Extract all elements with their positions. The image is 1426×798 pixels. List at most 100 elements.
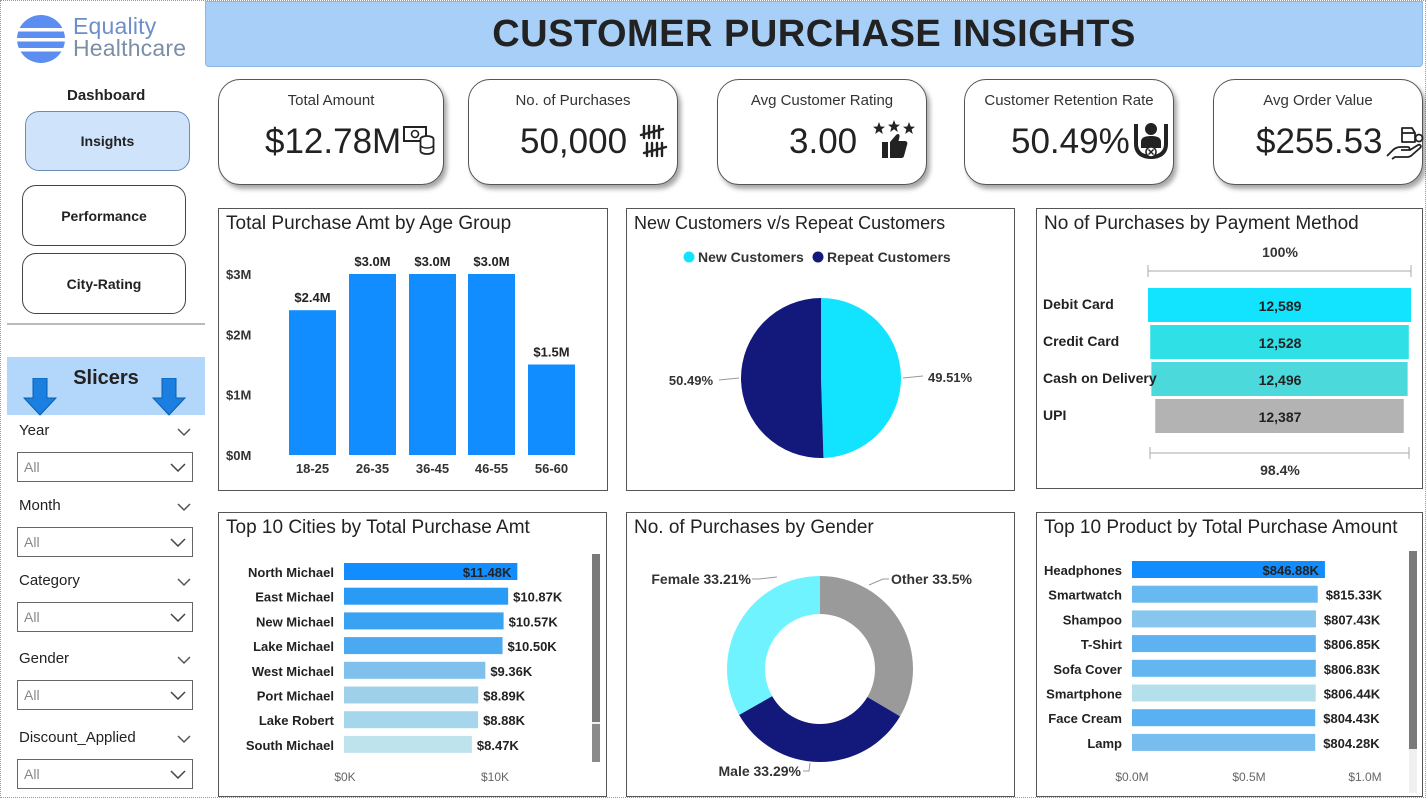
y-tick-label: $3M bbox=[226, 267, 251, 282]
data-label: $3.0M bbox=[414, 254, 450, 269]
nav-insights-button[interactable]: Insights bbox=[25, 111, 190, 171]
slicer-label: Discount_Applied bbox=[19, 729, 136, 746]
kpi-value: 3.00 bbox=[789, 122, 858, 161]
leader-line bbox=[718, 377, 740, 381]
nav-performance-button[interactable]: Performance bbox=[22, 185, 186, 246]
kpi-card-avg-order-value: Avg Order Value $255.53 bbox=[1213, 79, 1424, 185]
bar-t-shirt bbox=[1132, 635, 1316, 653]
y-tick-label: $2M bbox=[226, 327, 251, 342]
bar-36-45 bbox=[409, 274, 456, 455]
slicer-dropdown[interactable]: All bbox=[17, 602, 193, 632]
kpi-card-customer-retention-rate: Customer Retention Rate 50.49% bbox=[964, 79, 1174, 185]
x-tick-label: $0K bbox=[334, 770, 355, 784]
rating-thumbs-up-icon bbox=[873, 120, 915, 158]
donut-slice-female bbox=[727, 576, 820, 715]
panel-age-group: Total Purchase Amt by Age Group $0M $1M $2… bbox=[218, 208, 608, 491]
slicer-label: Gender bbox=[19, 650, 70, 667]
category-label: T-Shirt bbox=[1081, 637, 1123, 652]
scrollbar-track[interactable] bbox=[592, 554, 600, 762]
category-label: South Michael bbox=[246, 738, 334, 753]
scrollbar-track[interactable] bbox=[1409, 551, 1417, 793]
data-label: Male 33.29% bbox=[719, 763, 802, 779]
slicer-dropdown[interactable]: All bbox=[17, 452, 193, 482]
x-tick-label: $0.5M bbox=[1232, 770, 1265, 784]
category-label: Lamp bbox=[1087, 736, 1122, 751]
collapse-chevron-icon[interactable] bbox=[177, 731, 191, 749]
slicer-label: Category bbox=[19, 572, 80, 589]
data-label: 12,589 bbox=[1259, 298, 1302, 314]
kpi-value: 50,000 bbox=[520, 122, 628, 161]
gender-chart: Other 33.5% Female 33.21% Male 33.29% bbox=[651, 571, 972, 779]
nav-divider bbox=[7, 323, 205, 325]
slicer-label: Month bbox=[19, 497, 61, 514]
data-label: $11.48K bbox=[463, 565, 512, 580]
kpi-label: Avg Customer Rating bbox=[750, 92, 894, 109]
x-tick-label: $1.0M bbox=[1348, 770, 1381, 784]
category-label: Smartwatch bbox=[1048, 588, 1122, 603]
category-label: West Michael bbox=[252, 664, 334, 679]
kpi-card-total-amount: Total Amount $12.78M bbox=[218, 79, 444, 185]
slicer-dropdown[interactable]: All bbox=[17, 759, 193, 789]
chevron-down-icon bbox=[170, 766, 186, 782]
category-label: North Michael bbox=[248, 565, 334, 580]
collapse-chevron-icon[interactable] bbox=[177, 424, 191, 442]
data-label: $804.43K bbox=[1323, 711, 1380, 726]
logo-wordmark: Equality Healthcare bbox=[73, 15, 186, 60]
data-label: $846.88K bbox=[1263, 563, 1320, 578]
x-tick-label: 18-25 bbox=[296, 461, 329, 476]
chevron-down-icon bbox=[170, 687, 186, 703]
leader-line bbox=[752, 576, 778, 580]
data-label: Female 33.21% bbox=[651, 571, 751, 587]
category-label: Smartphone bbox=[1046, 687, 1122, 702]
scrollbar-thumb[interactable] bbox=[592, 554, 600, 722]
bar-new-michael bbox=[344, 612, 504, 630]
kpi-value: $255.53 bbox=[1256, 122, 1383, 161]
y-tick-label: $0M bbox=[226, 448, 251, 463]
x-tick-label: 46-55 bbox=[475, 461, 508, 476]
arrow-down-icon bbox=[23, 378, 57, 416]
bar-shampoo bbox=[1132, 610, 1316, 628]
slicer-value: All bbox=[24, 459, 40, 475]
collapse-chevron-icon[interactable] bbox=[177, 574, 191, 592]
collapse-chevron-icon[interactable] bbox=[177, 499, 191, 517]
slicer-dropdown[interactable]: All bbox=[17, 680, 193, 710]
bar-sofa-cover bbox=[1132, 659, 1316, 677]
x-tick-label: 36-45 bbox=[416, 461, 449, 476]
bar-26-35 bbox=[349, 274, 396, 455]
kpi-label: Avg Order Value bbox=[1263, 92, 1373, 109]
data-label: $804.28K bbox=[1323, 736, 1380, 751]
scrollbar-thumb[interactable] bbox=[1409, 551, 1417, 749]
bar-lake-michael bbox=[344, 637, 503, 655]
collapse-chevron-icon[interactable] bbox=[177, 652, 191, 670]
data-label: $10.50K bbox=[508, 639, 558, 654]
legend-label: Repeat Customers bbox=[827, 249, 951, 265]
data-label: $9.36K bbox=[490, 664, 533, 679]
leader-line bbox=[868, 578, 889, 586]
money-stack-icon bbox=[403, 126, 435, 155]
age-group-chart: $0M $1M $2M $3M $2.4M 18-25 $3.0M 26-35 $3.0M 36-… bbox=[226, 254, 575, 476]
panel-payment-method: No of Purchases by Payment Method 100% De… bbox=[1036, 208, 1423, 489]
scrollbar-thumb-lower[interactable] bbox=[592, 724, 600, 762]
bar-port-michael bbox=[344, 686, 479, 704]
bar-smartwatch bbox=[1132, 585, 1318, 603]
chevron-down-icon bbox=[170, 609, 186, 625]
bar-lamp bbox=[1132, 733, 1316, 751]
panel-gender: No. of Purchases by Gender Other 33.5% Fe… bbox=[626, 512, 1015, 797]
slicer-dropdown[interactable]: All bbox=[17, 527, 193, 557]
data-label: Other 33.5% bbox=[891, 571, 972, 587]
bar-56-60 bbox=[528, 364, 575, 455]
data-label: 49.51% bbox=[928, 370, 973, 385]
page-title: CUSTOMER PURCHASE INSIGHTS bbox=[492, 12, 1136, 55]
data-label: 12,496 bbox=[1259, 372, 1302, 388]
data-label: 12,528 bbox=[1259, 335, 1302, 351]
top-products-chart: Headphones $846.88K Smartwatch $815.33K Sham… bbox=[1044, 561, 1383, 784]
panel-new-vs-repeat: New Customers v/s Repeat Customers New C… bbox=[626, 208, 1015, 491]
chevron-down-icon bbox=[170, 534, 186, 550]
bar-face-cream bbox=[1132, 709, 1316, 727]
data-label: $806.85K bbox=[1324, 637, 1381, 652]
x-tick-label: $0.0M bbox=[1115, 770, 1148, 784]
nav-city-rating-button[interactable]: City-Rating bbox=[22, 253, 186, 314]
page-header: CUSTOMER PURCHASE INSIGHTS bbox=[205, 1, 1423, 67]
bar-18-25 bbox=[289, 310, 336, 455]
kpi-value: $12.78M bbox=[265, 122, 402, 161]
